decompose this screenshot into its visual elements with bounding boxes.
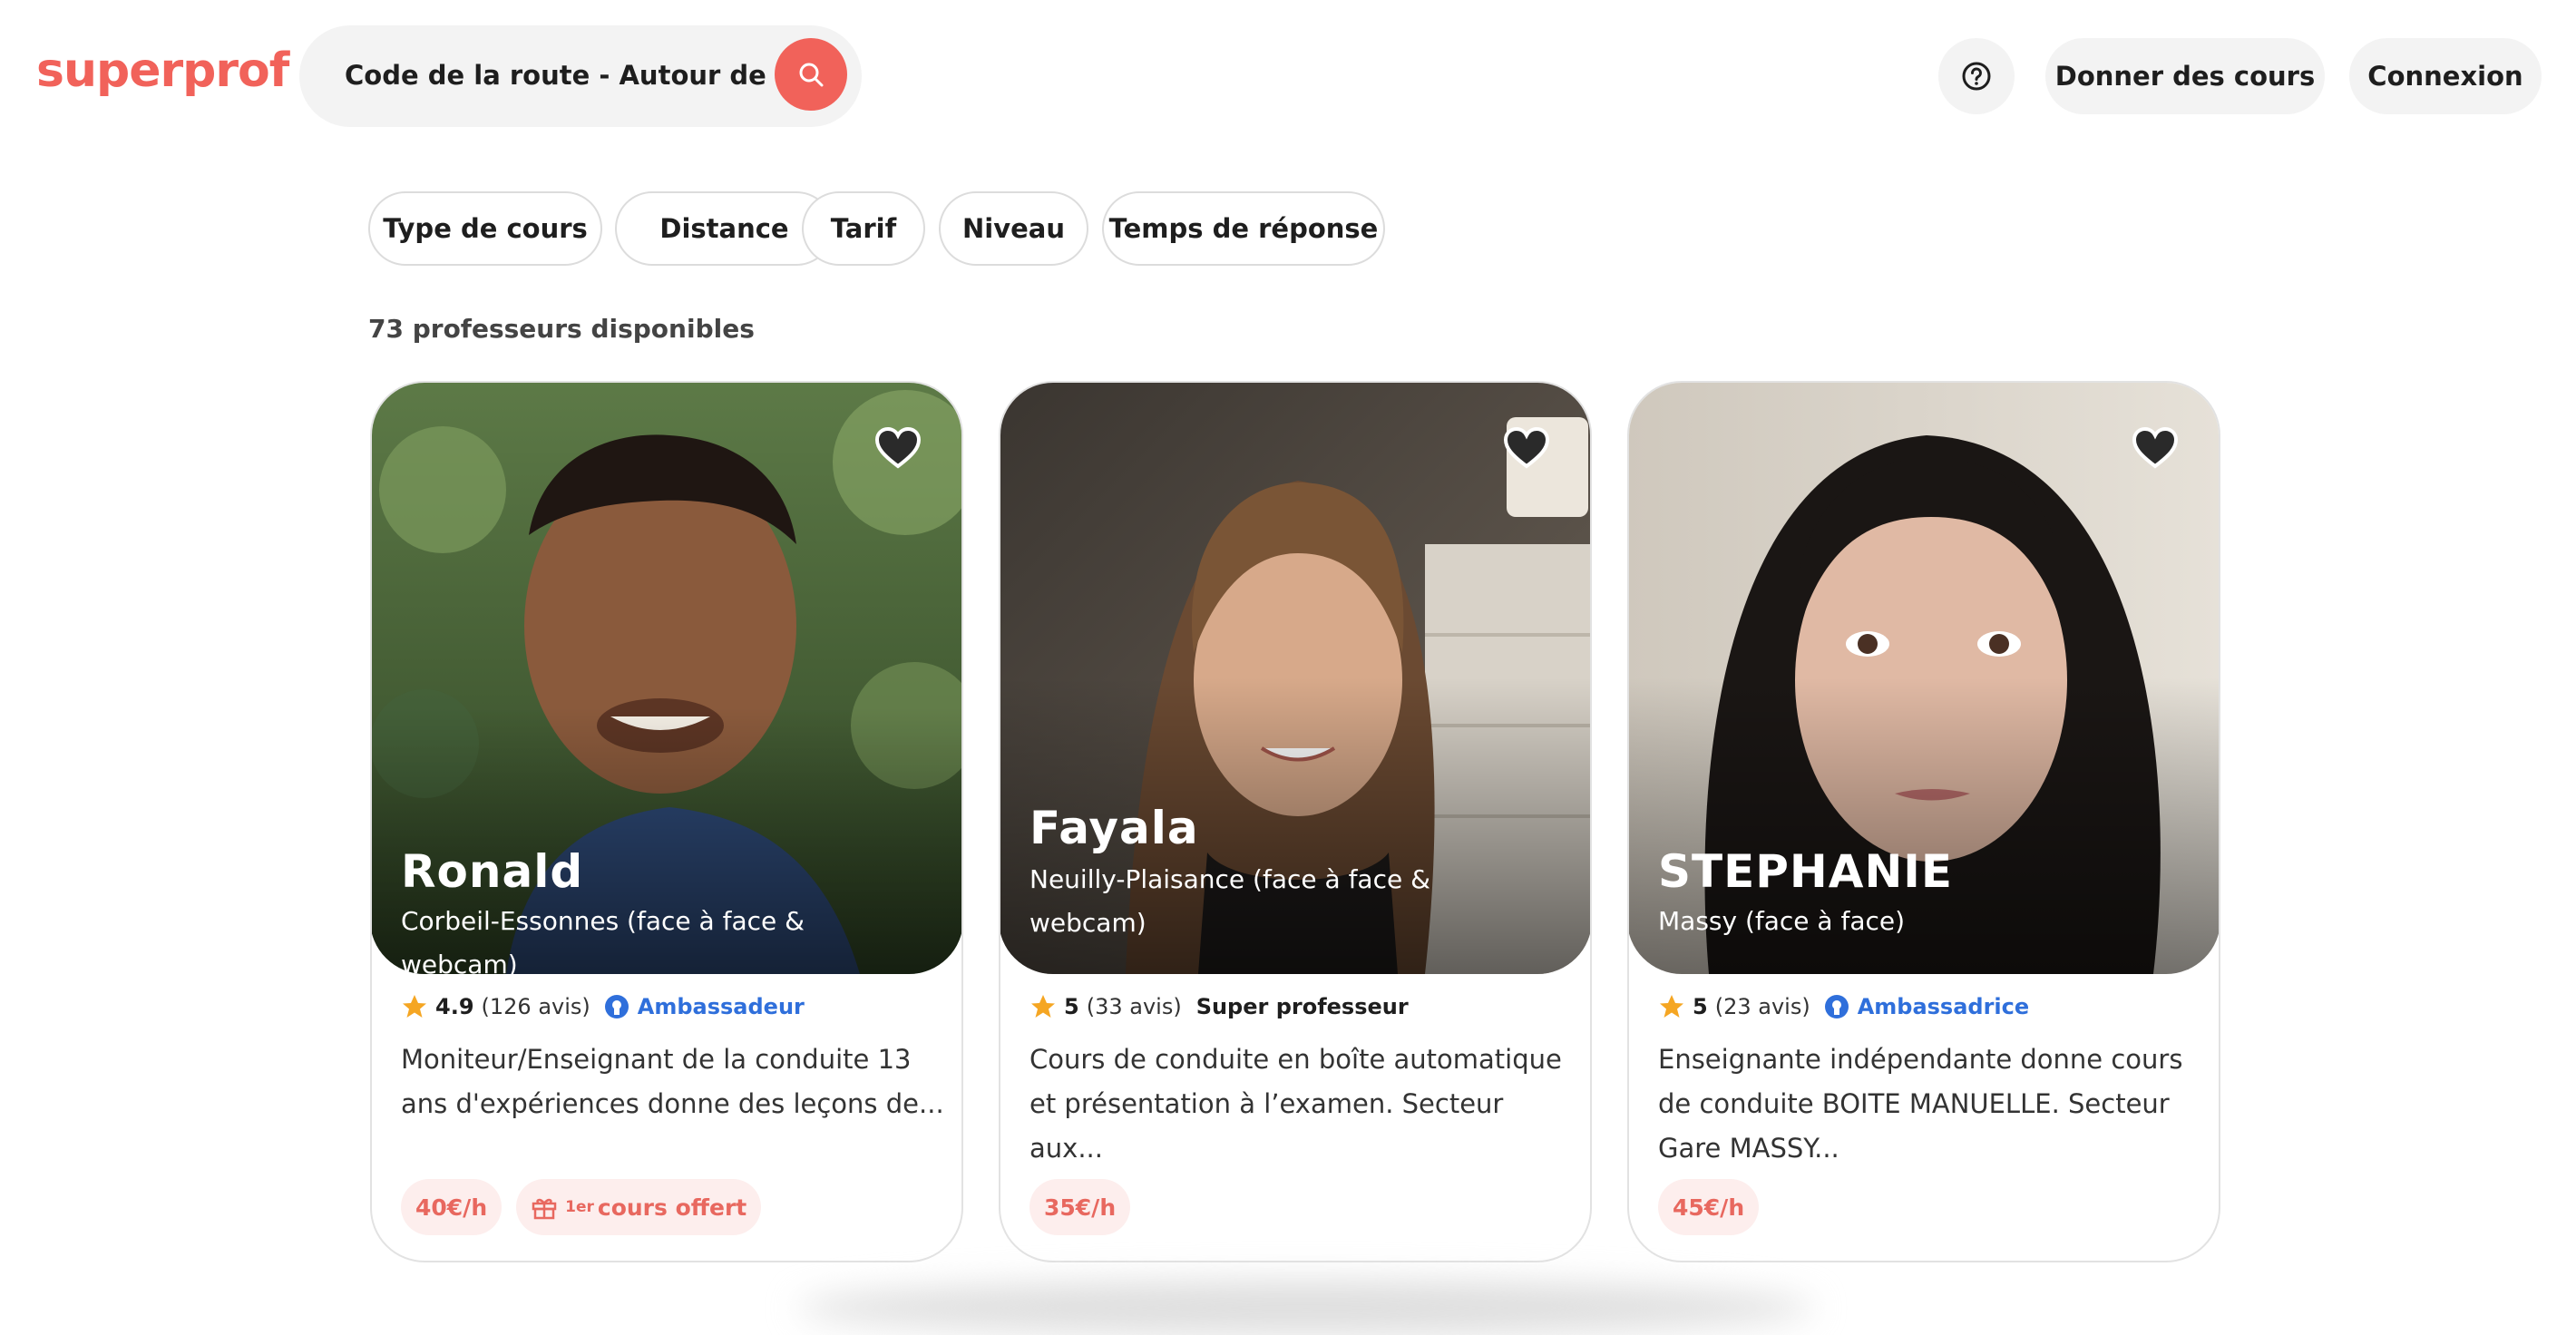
teacher-description: Cours de conduite en boîte automatique e… [1029,1044,1562,1164]
teacher-badge: Super professeur [1195,994,1409,1019]
ambassador-badge-icon [1824,995,1849,1018]
bottom-floating-shadow [798,1281,1814,1335]
heart-icon[interactable] [2132,426,2179,470]
teacher-rating: 4.9 [435,994,474,1019]
teacher-card[interactable]: STEPHANIE Massy (face à face) 5 (23 avis… [1627,381,2220,1262]
filter-niveau[interactable]: Niveau [939,191,1088,266]
teacher-rating-row: 5 (33 avis) Super professeur [1029,987,1409,1027]
gift-icon [532,1198,557,1220]
heart-icon[interactable] [1503,426,1550,470]
teacher-rating: 5 [1064,994,1079,1019]
teacher-name: STEPHANIE [1658,845,1954,898]
login-button[interactable]: Connexion [2349,38,2542,114]
price-tag: 40€/h [401,1179,503,1235]
filter-distance[interactable]: Distance [615,191,834,266]
heart-icon[interactable] [874,426,922,470]
teacher-location: Neuilly-Plaisance (face à face & webcam) [1029,864,1430,938]
teacher-card[interactable]: Ronald Corbeil-Essonnes (face à face & w… [370,381,963,1262]
superprof-logo[interactable]: superprof [36,44,289,98]
teacher-reviews[interactable]: (33 avis) [1087,994,1182,1019]
offer-superscript: 1er [565,1198,594,1216]
offer-text: cours offert [597,1194,747,1221]
teacher-tags: 40€/h 1er cours offert [401,1179,762,1235]
first-lesson-free-tag: 1er cours offert [516,1179,762,1235]
teacher-description: Enseignante indépendante donne cours de … [1658,1044,2183,1164]
teacher-tags: 35€/h [1029,1179,1131,1235]
teacher-location: Massy (face à face) [1658,906,1906,936]
teacher-reviews[interactable]: (23 avis) [1715,994,1810,1019]
price-tag: 45€/h [1658,1179,1760,1235]
give-courses-button[interactable]: Donner des cours [2045,38,2325,114]
teacher-badge: Ambassadeur [637,994,805,1019]
teacher-location: Corbeil-Essonnes (face à face & webcam) [401,906,805,979]
teacher-name: Ronald [401,845,584,898]
ambassador-badge-icon [604,995,629,1018]
teacher-rating-row: 4.9 (126 avis) Ambassadeur [401,987,805,1027]
search-icon [799,63,824,87]
results-count: 73 professeurs disponibles [368,314,755,344]
teacher-badge: Ambassadrice [1857,994,2030,1019]
search-button[interactable] [775,38,847,111]
teacher-tags: 45€/h [1658,1179,1760,1235]
search-query-text[interactable]: Code de la route - Autour de moi [345,60,830,91]
filter-tarif[interactable]: Tarif [802,191,925,266]
star-icon [403,995,426,1018]
teacher-reviews[interactable]: (126 avis) [482,994,590,1019]
teacher-card[interactable]: Fayala Neuilly-Plaisance (face à face & … [999,381,1592,1262]
teacher-name: Fayala [1029,802,1199,854]
teacher-rating-row: 5 (23 avis) Ambassadrice [1658,987,2029,1027]
help-button[interactable] [1938,38,2015,114]
question-circle-icon [1962,62,1991,91]
star-icon [1660,995,1683,1018]
filter-temps-de-reponse[interactable]: Temps de réponse [1102,191,1385,266]
teacher-rating: 5 [1693,994,1708,1019]
price-tag: 35€/h [1029,1179,1131,1235]
filter-type-de-cours[interactable]: Type de cours [368,191,602,266]
star-icon [1031,995,1055,1018]
search-bar[interactable]: Code de la route - Autour de moi [299,25,862,127]
teacher-description: Moniteur/Enseignant de la conduite 13 an… [401,1044,944,1119]
